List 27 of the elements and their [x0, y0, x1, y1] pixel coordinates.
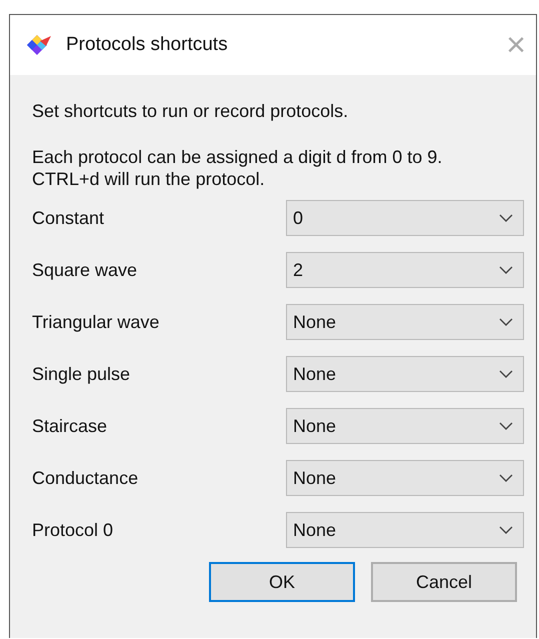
protocol-label: Square wave: [32, 260, 138, 280]
ok-button[interactable]: OK: [209, 562, 355, 602]
shortcut-dropdown[interactable]: None: [286, 356, 524, 392]
shortcut-dropdown[interactable]: None: [286, 460, 524, 496]
shortcut-dropdown[interactable]: None: [286, 304, 524, 340]
instruction-text: Set shortcuts to run or record protocols.: [32, 101, 350, 122]
protocol-label: Constant: [32, 208, 106, 228]
cancel-button[interactable]: Cancel: [371, 562, 517, 602]
chevron-down-icon: [499, 526, 513, 534]
protocol-label: Staircase: [32, 416, 108, 436]
chevron-down-icon: [499, 214, 513, 222]
chevron-down-icon: [499, 318, 513, 326]
chevron-down-icon: [499, 422, 513, 430]
shortcut-dropdown[interactable]: None: [286, 512, 524, 548]
shortcut-dropdown[interactable]: None: [286, 408, 524, 444]
help-text: Each protocol can be assigned a digit d from 0 to 9.: [32, 146, 444, 168]
shortcut-dropdown[interactable]: 0: [286, 200, 524, 236]
chevron-down-icon: [499, 266, 513, 274]
protocol-label: Conductance: [32, 468, 140, 488]
chevron-down-icon: [499, 370, 513, 378]
help-text: CTRL+d will run the protocol.: [32, 168, 266, 190]
protocol-label: Single pulse: [32, 364, 132, 384]
protocol-label: Triangular wave: [32, 312, 160, 332]
window-title: Protocols shortcuts: [66, 34, 229, 56]
protocol-label: Protocol 0: [32, 520, 114, 540]
shortcut-dropdown[interactable]: 2: [286, 252, 524, 288]
chevron-down-icon: [499, 474, 513, 482]
